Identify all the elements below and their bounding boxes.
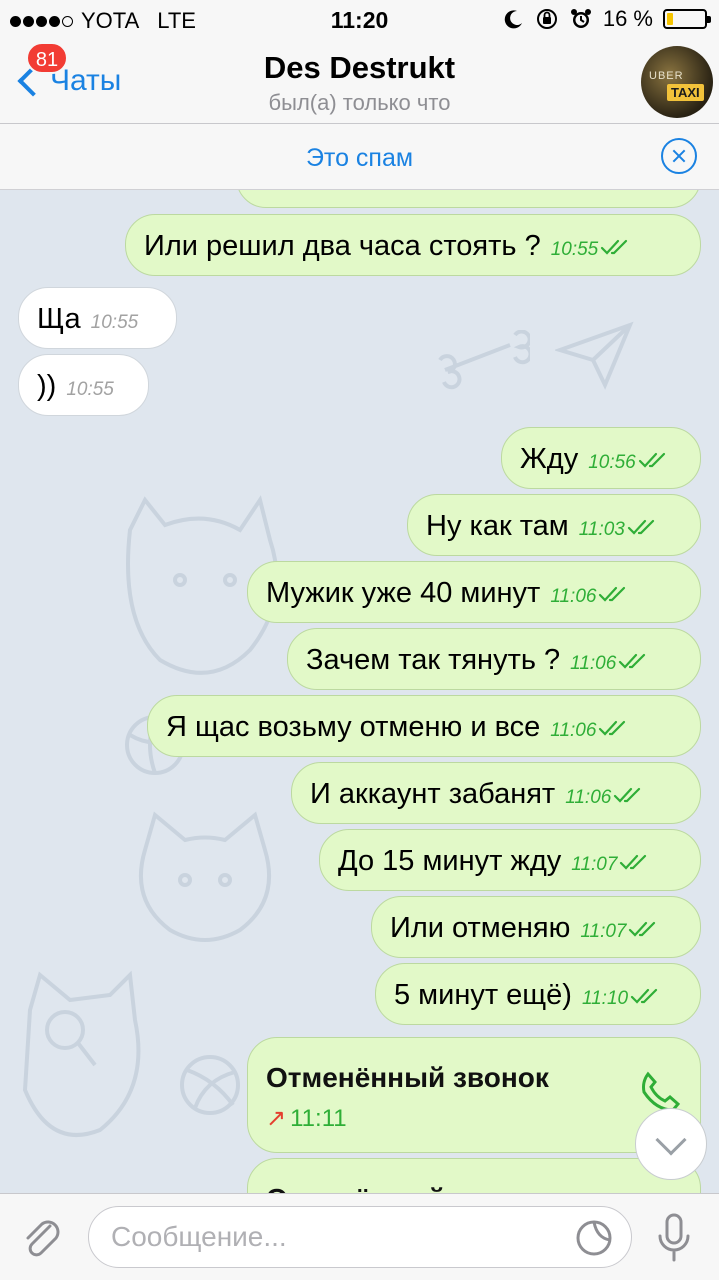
double-check-icon (619, 853, 649, 871)
outgoing-message[interactable]: Или решил два часа стоять ? 10:55 (125, 214, 701, 276)
double-check-icon (598, 719, 628, 737)
outgoing-message[interactable]: 5 минут ещё) 11:10 (375, 963, 701, 1025)
message-text: До 15 минут жду (338, 845, 562, 877)
double-check-icon (618, 652, 648, 670)
message-list[interactable]: Или решил два часа стоять ? 10:55 Ща 10:55)… (0, 190, 719, 1193)
double-check-icon (630, 987, 660, 1005)
moon-icon (504, 10, 522, 29)
message-time: 11:07 (571, 854, 618, 875)
outgoing-message[interactable]: Я щас возьму отменю и все 11:06 (147, 695, 701, 757)
outgoing-message[interactable]: Ну как там 11:03 (407, 494, 701, 556)
message-text: Ща (37, 303, 81, 335)
cat-magnifier-doodle-icon (22, 970, 141, 1137)
message-bubble-partial[interactable] (236, 190, 701, 208)
outgoing-message[interactable]: Зачем так тянуть ? 11:06 (287, 628, 701, 690)
message-text: Мужик уже 40 минут (266, 577, 541, 609)
sticker-icon[interactable] (575, 1219, 613, 1257)
avatar-text-top: UBER (649, 70, 684, 82)
spam-bar: Это спам (0, 124, 719, 190)
message-time: 11:06 (550, 586, 597, 607)
incoming-message[interactable]: Ща 10:55 (18, 287, 177, 349)
double-check-icon (598, 585, 628, 603)
yarn-ball-doodle-icon (180, 1055, 240, 1115)
double-check-icon (627, 518, 657, 536)
paper-plane-doodle-icon (555, 321, 634, 390)
contact-info[interactable]: Des Destrukt был(а) только что (0, 50, 719, 116)
contact-name: Des Destrukt (263, 50, 456, 85)
outgoing-message[interactable]: Или отменяю 11:07 (371, 896, 701, 958)
message-time: 10:55 (90, 312, 139, 333)
scroll-down-button[interactable] (635, 1108, 707, 1180)
message-text: Ну как там (426, 510, 569, 542)
double-check-icon (628, 920, 658, 938)
avatar-text-bottom: TAXI (667, 84, 704, 101)
paperclip-icon[interactable] (20, 1216, 64, 1260)
cancelled-call-message[interactable]: Отменённый звонок (247, 1158, 701, 1193)
call-time: 11:11 (290, 1105, 347, 1132)
message-time: 10:56 (588, 452, 636, 473)
message-time: 10:55 (66, 379, 114, 400)
message-input[interactable] (111, 1217, 571, 1257)
message-text: )) (37, 370, 57, 402)
outgoing-message[interactable]: До 15 минут жду 11:07 (319, 829, 701, 891)
message-time: 11:03 (578, 519, 625, 540)
input-bar (0, 1193, 719, 1280)
scroll-down-icon (655, 1124, 687, 1156)
microphone-icon[interactable] (654, 1212, 694, 1264)
call-meta: ↗ 11:11 (266, 1104, 347, 1133)
message-text: Жду (520, 443, 579, 475)
message-text: Или отменяю (390, 912, 571, 944)
double-check-icon (600, 238, 630, 256)
battery-fill (667, 13, 673, 25)
call-title: Отменённый звонок (266, 1062, 549, 1093)
double-check-icon (638, 451, 668, 469)
cat-doodle-icon (138, 811, 272, 942)
message-text: 5 минут ещё) (394, 979, 572, 1011)
double-check-icon (613, 786, 643, 804)
cancelled-call-message[interactable]: Отменённый звонок ↗ 11:11 (247, 1037, 701, 1153)
chat-header: Чаты 81 Des Destrukt был(а) только что U… (0, 40, 719, 124)
orientation-lock-icon (536, 9, 557, 29)
incoming-message[interactable]: )) 10:55 (18, 354, 149, 416)
outgoing-message[interactable]: Жду 10:56 (501, 427, 701, 489)
status-right: 16 % (503, 6, 711, 32)
message-time: 11:06 (570, 653, 617, 674)
message-text: И аккаунт забанят (310, 778, 556, 810)
report-spam-button[interactable]: Это спам (0, 144, 719, 173)
call-title: Отменённый звонок (266, 1183, 549, 1193)
message-text: Я щас возьму отменю и все (166, 711, 541, 743)
avatar[interactable]: UBER TAXI (641, 46, 713, 118)
battery-percent: 16 % (602, 6, 653, 31)
missed-call-arrow-icon: ↗ (266, 1105, 287, 1132)
close-circle-icon[interactable] (661, 138, 697, 174)
message-time: 10:55 (550, 239, 599, 260)
message-time: 11:06 (550, 720, 597, 741)
message-time: 11:10 (581, 988, 629, 1009)
message-text: Зачем так тянуть ? (306, 644, 561, 676)
battery-icon (663, 9, 711, 29)
message-text: Или решил два часа стоять ? (144, 230, 541, 262)
outgoing-message[interactable]: Мужик уже 40 минут 11:06 (247, 561, 701, 623)
message-time: 11:06 (565, 787, 612, 808)
message-time: 11:07 (580, 921, 627, 942)
bone-doodle-icon (438, 330, 530, 390)
contact-status: был(а) только что (268, 90, 451, 115)
alarm-icon (570, 9, 591, 28)
outgoing-message[interactable]: И аккаунт забанят 11:06 (291, 762, 701, 824)
message-field[interactable] (88, 1206, 632, 1268)
status-bar: YOTA LTE 11:20 16 % (0, 0, 719, 40)
